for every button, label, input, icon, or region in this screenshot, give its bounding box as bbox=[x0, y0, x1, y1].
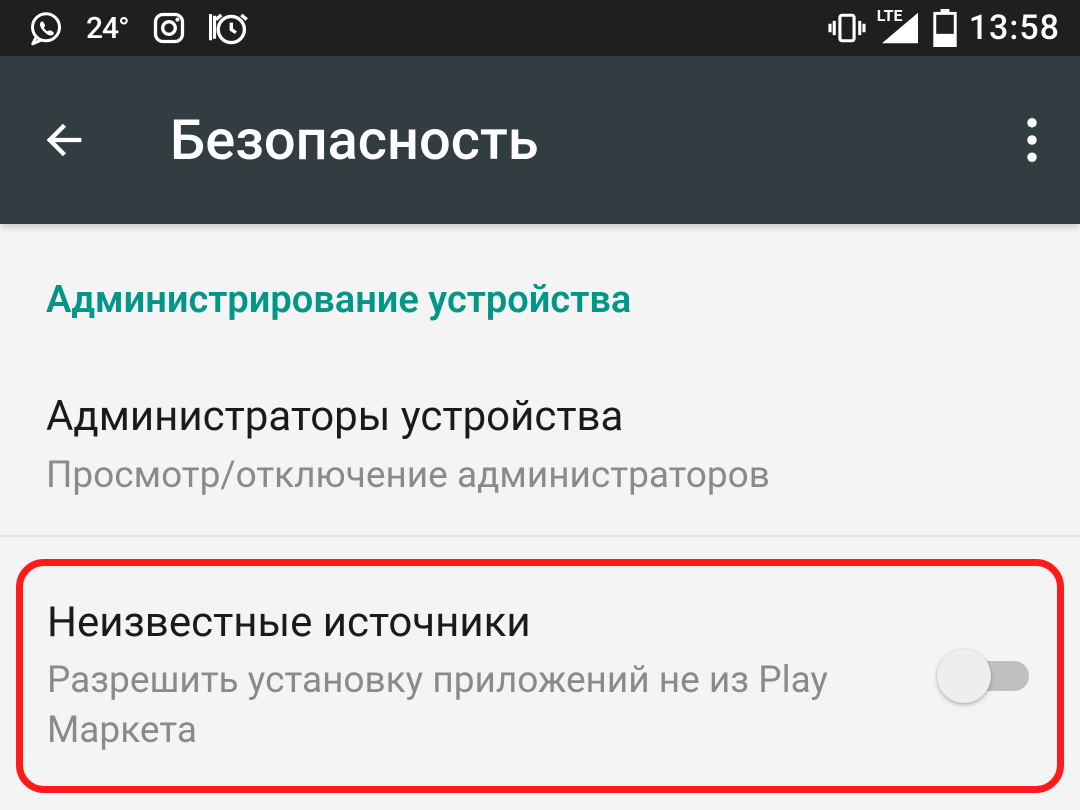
back-button[interactable] bbox=[36, 112, 92, 168]
cellular-signal-icon: LTE bbox=[879, 10, 921, 46]
vibrate-icon bbox=[827, 11, 867, 45]
instagram-icon bbox=[151, 10, 187, 46]
device-admins-subtitle: Просмотр/отключение администраторов bbox=[46, 451, 1034, 501]
status-right: LTE 13:58 bbox=[827, 8, 1060, 48]
toggle-thumb bbox=[937, 649, 991, 703]
arrow-left-icon bbox=[38, 114, 90, 166]
settings-content: Администрирование устройства Администрат… bbox=[0, 224, 1080, 793]
status-bar: 24° bbox=[0, 0, 1080, 56]
alarm-icon bbox=[209, 9, 249, 47]
app-bar: Безопасность bbox=[0, 56, 1080, 224]
temperature-indicator: 24° bbox=[86, 11, 129, 46]
network-label: LTE bbox=[877, 6, 903, 25]
whatsapp-icon bbox=[28, 10, 64, 46]
overflow-menu-button[interactable] bbox=[1008, 116, 1056, 164]
unknown-sources-subtitle: Разрешить установку приложений не из Pla… bbox=[47, 656, 917, 756]
device-admins-title: Администраторы устройства bbox=[46, 390, 1034, 445]
unknown-sources-item[interactable]: Неизвестные источники Разрешить установк… bbox=[16, 559, 1064, 793]
unknown-sources-toggle[interactable] bbox=[937, 647, 1033, 705]
status-left: 24° bbox=[28, 9, 249, 47]
page-title: Безопасность bbox=[170, 107, 1008, 173]
section-header: Администрирование устройства bbox=[46, 278, 1034, 322]
unknown-sources-title: Неизвестные источники bbox=[47, 596, 917, 651]
unknown-sources-text: Неизвестные источники Разрешить установк… bbox=[47, 596, 917, 756]
clock-time: 13:58 bbox=[969, 8, 1060, 48]
divider bbox=[0, 535, 1080, 537]
battery-icon bbox=[933, 9, 957, 47]
more-vert-icon bbox=[1026, 117, 1038, 163]
device-admins-item[interactable]: Администраторы устройства Просмотр/отклю… bbox=[46, 370, 1034, 535]
